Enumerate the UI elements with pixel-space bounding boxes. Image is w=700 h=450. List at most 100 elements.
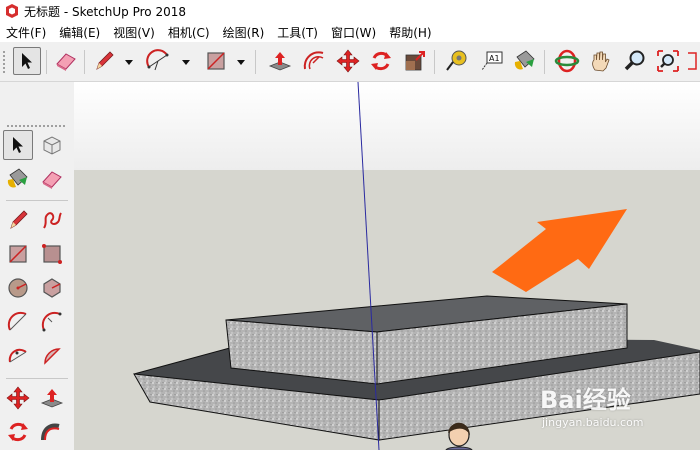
toolbar-separator — [434, 50, 435, 74]
polygon-icon — [43, 278, 61, 298]
two-point-arc-tool-button[interactable] — [37, 307, 67, 337]
offset-tool-button[interactable] — [300, 47, 328, 75]
text-label-icon: A1 — [481, 51, 503, 71]
pan-tool-button[interactable] — [587, 47, 615, 75]
offset-icon — [303, 51, 324, 70]
move-icon — [336, 49, 360, 73]
zoom-tool-button[interactable] — [621, 47, 649, 75]
toolbar-separator — [46, 50, 47, 74]
push-pull-tool-button[interactable] — [37, 383, 67, 413]
toolbar-separator — [544, 50, 545, 74]
rotated-rectangle-icon — [42, 244, 62, 264]
window-title: 无标题 - SketchUp Pro 2018 — [24, 4, 186, 19]
svg-text:A1: A1 — [489, 54, 500, 63]
toolbar-separator — [84, 50, 85, 74]
menu-help[interactable]: 帮助(H) — [385, 24, 435, 41]
circle-tool-button[interactable] — [3, 273, 33, 303]
chevron-down-icon[interactable] — [181, 57, 191, 67]
select-tool-button[interactable] — [3, 130, 33, 160]
three-point-arc-icon — [8, 348, 27, 363]
menu-edit[interactable]: 编辑(E) — [55, 24, 104, 41]
three-point-arc-tool-button[interactable] — [3, 341, 33, 371]
follow-me-icon — [41, 423, 60, 441]
toolbar-grip[interactable] — [2, 50, 6, 74]
chevron-down-icon[interactable] — [124, 57, 134, 67]
scale-tool-button[interactable] — [401, 47, 429, 75]
eraser-tool-button[interactable] — [37, 164, 67, 194]
paint-bucket-icon — [514, 50, 535, 70]
sketchup-icon — [6, 4, 18, 18]
toolbar-separator — [6, 200, 68, 201]
freehand-icon — [43, 212, 62, 229]
eraser-tool-button[interactable] — [52, 47, 80, 75]
zoom-icon — [624, 50, 645, 71]
tape-measure-tool-button[interactable] — [442, 47, 470, 75]
chevron-down-icon[interactable] — [236, 57, 246, 67]
menu-tools[interactable]: 工具(T) — [273, 24, 322, 41]
tape-measure-icon — [446, 50, 467, 71]
push-pull-icon — [268, 52, 292, 71]
toolbar-grip[interactable] — [6, 124, 66, 128]
move-tool-button[interactable] — [334, 47, 362, 75]
rectangle-tool-button[interactable] — [3, 239, 33, 269]
title-bar: 无标题 - SketchUp Pro 2018 — [0, 0, 700, 22]
large-tool-set — [0, 82, 74, 450]
pan-hand-icon — [592, 51, 610, 72]
menu-file[interactable]: 文件(F) — [0, 24, 50, 41]
arc-tool-button[interactable] — [145, 47, 173, 75]
menu-window[interactable]: 窗口(W) — [327, 24, 380, 41]
baidu-watermark: Bai经验 jingyan.baidu.com — [540, 372, 690, 442]
orbit-icon — [554, 49, 580, 73]
rectangle-tool-button[interactable] — [202, 47, 230, 75]
rotate-tool-button[interactable] — [3, 417, 33, 447]
push-pull-icon — [40, 389, 64, 408]
select-arrow-icon — [22, 53, 32, 69]
menu-bar: 文件(F) 编辑(E) 视图(V) 相机(C) 绘图(R) 工具(T) 窗口(W… — [0, 22, 700, 42]
watermark-logo: Bai经验 — [540, 386, 631, 414]
orbit-tool-button[interactable] — [553, 47, 581, 75]
make-component-button[interactable] — [37, 130, 67, 160]
zoom-extents-tool-button[interactable] — [654, 47, 682, 75]
select-tool-button[interactable] — [13, 47, 41, 75]
pencil-icon — [10, 210, 28, 229]
toolbar-separator — [255, 50, 256, 74]
eraser-icon — [56, 53, 76, 71]
freehand-tool-button[interactable] — [37, 205, 67, 235]
sky — [74, 82, 700, 170]
menu-camera[interactable]: 相机(C) — [164, 24, 214, 41]
zoom-extents-icon — [657, 50, 679, 72]
follow-me-tool-button[interactable] — [37, 417, 67, 447]
circle-icon — [8, 278, 28, 298]
arc-icon — [146, 49, 169, 71]
pie-tool-button[interactable] — [37, 341, 67, 371]
pencil-tool-button[interactable] — [90, 47, 118, 75]
arc-tool-button[interactable] — [3, 307, 33, 337]
paint-bucket-icon — [7, 168, 28, 188]
rectangle-icon — [207, 52, 225, 70]
paint-bucket-tool-button[interactable] — [511, 47, 539, 75]
watermark-url: jingyan.baidu.com — [542, 416, 644, 429]
rotate-tool-button[interactable] — [367, 47, 395, 75]
move-tool-button[interactable] — [3, 383, 33, 413]
make-component-icon — [43, 136, 61, 155]
text-tool-button[interactable]: A1 — [478, 47, 506, 75]
menu-draw[interactable]: 绘图(R) — [219, 24, 269, 41]
rotate-icon — [371, 51, 391, 71]
scale-icon — [405, 51, 425, 71]
polygon-tool-button[interactable] — [37, 273, 67, 303]
rotated-rectangle-tool-button[interactable] — [37, 239, 67, 269]
push-pull-tool-button[interactable] — [266, 47, 294, 75]
rotate-icon — [8, 422, 28, 442]
toolbar-overflow-icon — [688, 52, 697, 70]
eraser-icon — [42, 171, 62, 189]
rectangle-icon — [9, 245, 27, 263]
toolbar-overflow[interactable] — [684, 47, 700, 75]
main-toolbar: A1 — [0, 42, 700, 82]
pie-icon — [44, 348, 61, 365]
paint-bucket-tool-button[interactable] — [3, 164, 33, 194]
toolbar-separator — [6, 378, 68, 379]
menu-view[interactable]: 视图(V) — [109, 24, 159, 41]
pencil-icon — [96, 51, 114, 70]
pencil-tool-button[interactable] — [3, 205, 33, 235]
arc-icon — [7, 311, 27, 331]
